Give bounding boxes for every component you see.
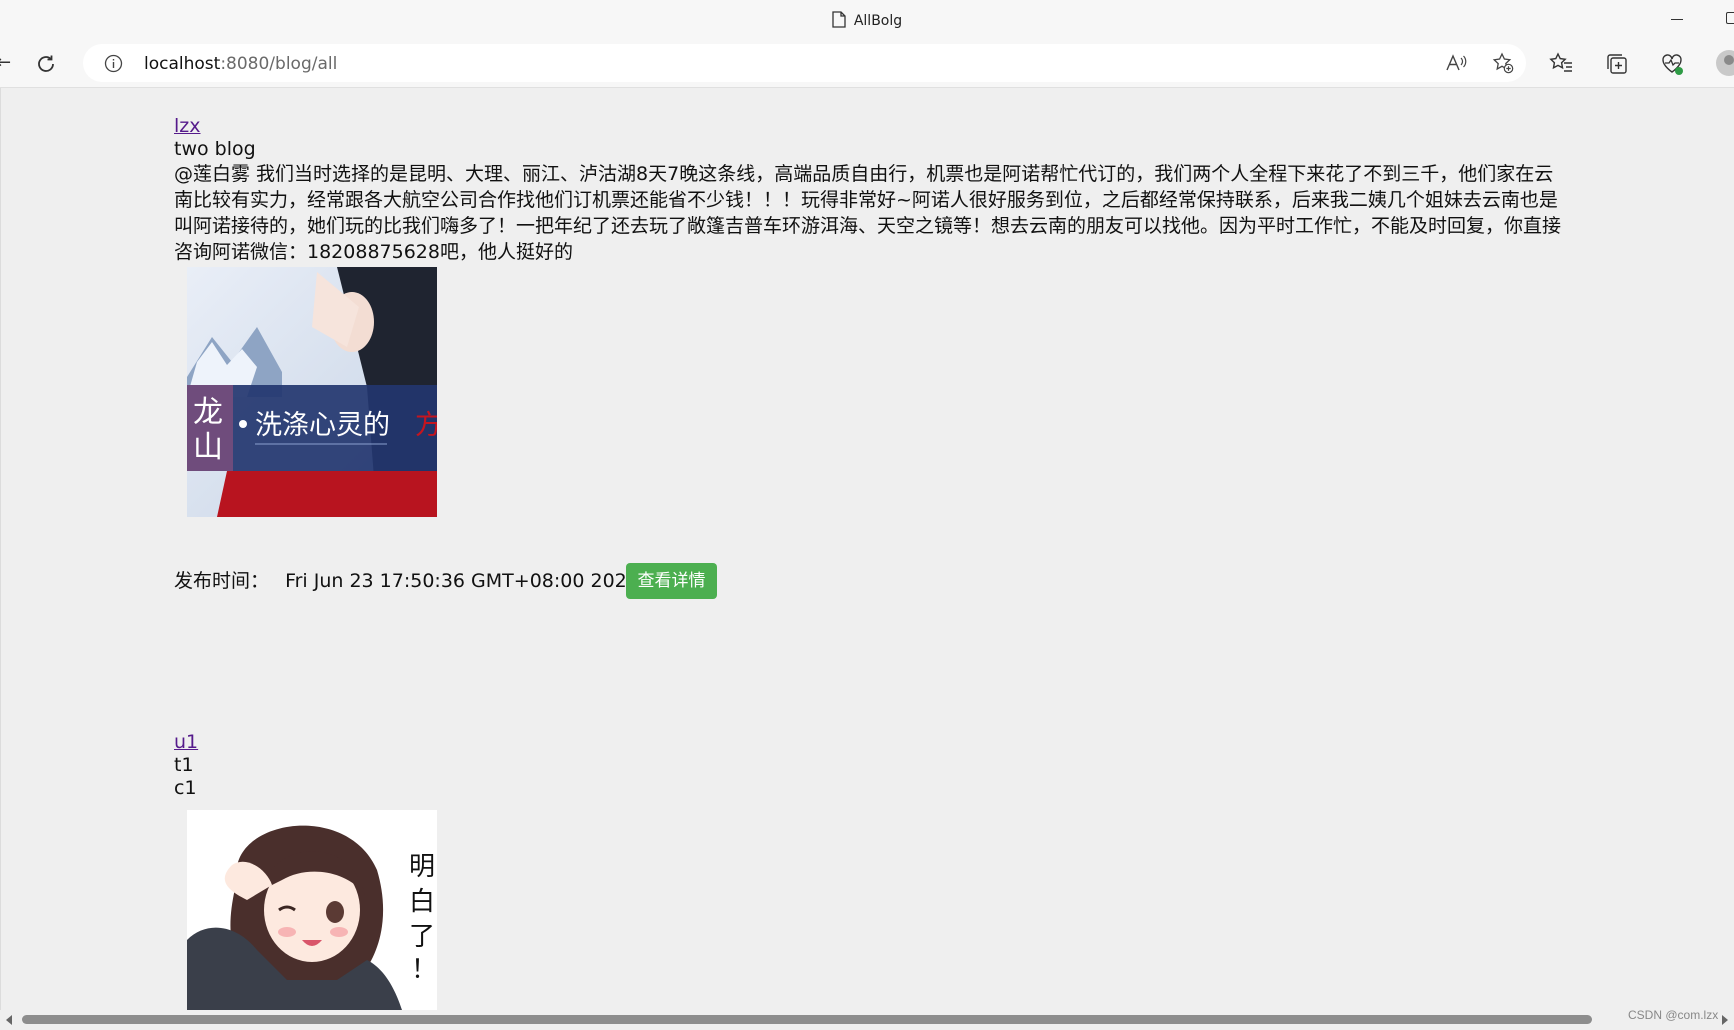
view-detail-button[interactable]: 查看详情 bbox=[626, 563, 717, 599]
add-favorite-icon[interactable] bbox=[1492, 52, 1514, 78]
image-text-char: 明 bbox=[409, 852, 435, 882]
watermark: CSDN @com.lzx bbox=[1628, 1008, 1719, 1022]
browser-essentials-icon[interactable] bbox=[1660, 52, 1684, 80]
post-content: @莲白雾 我们当时选择的是昆明、大理、丽江、泸沽湖8天7晚这条线，高端品质自由行… bbox=[174, 163, 1562, 263]
url-host: localhost bbox=[144, 54, 221, 74]
image-text-char: 了 bbox=[409, 922, 435, 952]
post-image: 龙 山 洗涤心灵的 方 bbox=[187, 267, 437, 517]
scrollbar-thumb[interactable] bbox=[22, 1015, 1592, 1024]
scroll-left-arrow-icon[interactable] bbox=[6, 1015, 12, 1025]
scroll-right-arrow-icon[interactable] bbox=[1722, 1015, 1728, 1025]
url-text[interactable]: localhost:8080/blog/all bbox=[144, 54, 337, 74]
info-icon[interactable] bbox=[104, 54, 123, 77]
post-meta: 发布时间： Fri Jun 23 17:50:36 GMT+08:00 2023… bbox=[174, 563, 717, 599]
back-icon[interactable]: ← bbox=[0, 52, 11, 73]
profile-avatar[interactable] bbox=[1716, 50, 1734, 76]
blog-post: u1 t1 c1 明 白 了 ！ bbox=[174, 731, 1564, 1010]
browser-toolbar: ← localhost:8080/blog/all bbox=[0, 40, 1734, 88]
image-caption: 洗涤心灵的 bbox=[255, 410, 390, 441]
publish-time: Fri Jun 23 17:50:36 GMT+08:00 2023 bbox=[285, 570, 639, 592]
post-content: c1 bbox=[174, 777, 197, 799]
image-caption-tail: 方 bbox=[415, 410, 437, 441]
read-aloud-icon[interactable] bbox=[1445, 53, 1467, 77]
image-text-char: ！ bbox=[411, 955, 437, 985]
maximize-button[interactable] bbox=[1726, 12, 1734, 24]
address-bar[interactable]: localhost:8080/blog/all bbox=[83, 44, 1526, 82]
image-caption-char: 山 bbox=[193, 430, 223, 465]
document-icon bbox=[832, 11, 846, 32]
image-text-char: 白 bbox=[409, 887, 435, 917]
post-title: two blog bbox=[174, 138, 256, 160]
page-content: lzx two blog @莲白雾 我们当时选择的是昆明、大理、丽江、泸沽湖8天… bbox=[0, 88, 1734, 1010]
post-title: t1 bbox=[174, 754, 194, 776]
url-path: :8080/blog/all bbox=[220, 54, 338, 74]
title-bar: AllBolg bbox=[0, 0, 1734, 40]
page-left-border bbox=[0, 88, 1, 1010]
blog-post: lzx two blog @莲白雾 我们当时选择的是昆明、大理、丽江、泸沽湖8天… bbox=[174, 115, 1564, 599]
image-caption-char: 龙 bbox=[193, 395, 223, 430]
favorites-icon[interactable] bbox=[1549, 52, 1573, 78]
horizontal-scrollbar[interactable] bbox=[0, 1010, 1734, 1030]
collections-icon[interactable] bbox=[1605, 52, 1629, 80]
post-author-link[interactable]: u1 bbox=[174, 731, 198, 754]
window-title: AllBolg bbox=[853, 13, 903, 29]
post-author-link[interactable]: lzx bbox=[174, 115, 201, 138]
minimize-button[interactable] bbox=[1671, 10, 1685, 24]
window-title-area: AllBolg bbox=[0, 11, 1734, 32]
reload-icon[interactable] bbox=[34, 52, 58, 76]
publish-time-label: 发布时间： bbox=[174, 570, 270, 592]
post-image: 明 白 了 ！ bbox=[187, 810, 437, 1010]
